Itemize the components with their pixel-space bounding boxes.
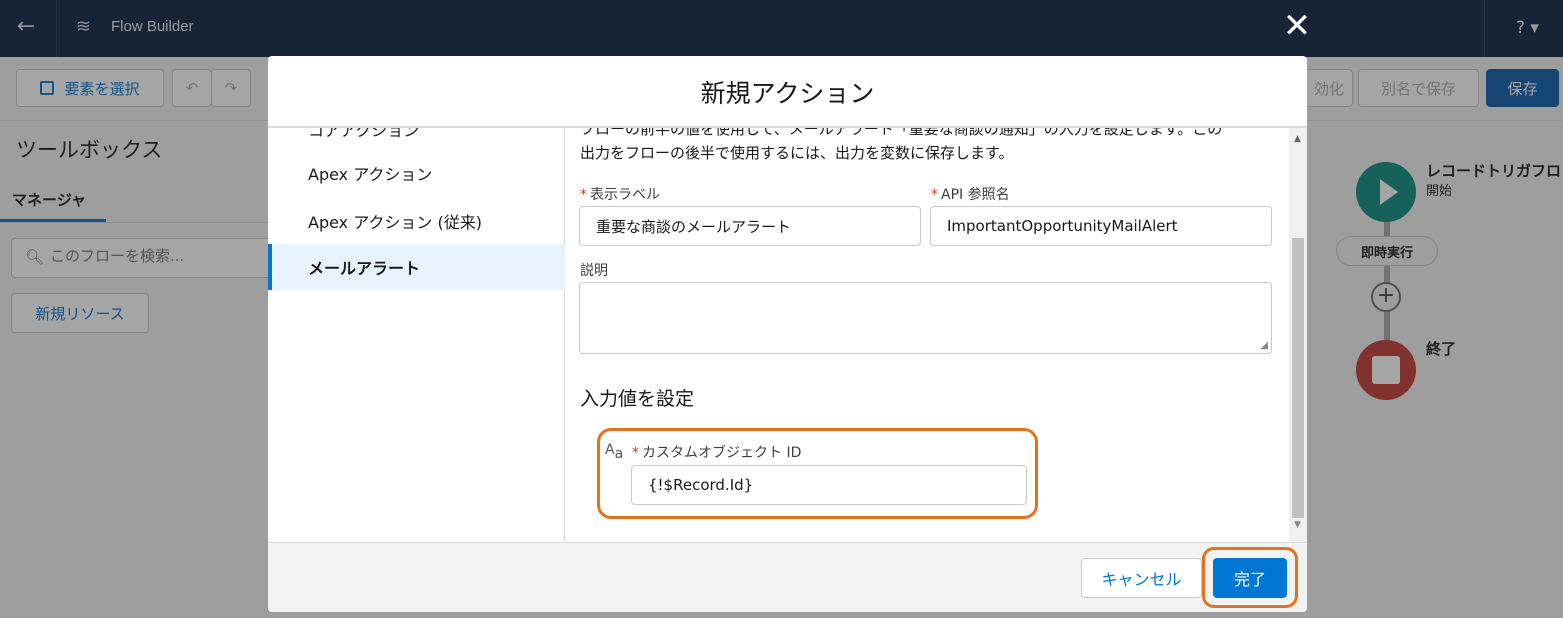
text-type-icon: Aa <box>605 442 624 462</box>
nav-item-apex-action[interactable]: Apex アクション <box>268 150 565 196</box>
set-input-values-heading: 入力値を設定 <box>580 388 695 410</box>
nav-item-apex-action-legacy[interactable]: Apex アクション (従来) <box>268 198 565 244</box>
scroll-down-icon[interactable]: ▼ <box>1294 520 1301 530</box>
required-mark: * <box>632 445 639 461</box>
modal-header: 新規アクション <box>268 56 1307 128</box>
display-label-text: 表示ラベル <box>590 187 660 203</box>
close-icon[interactable]: ✕ <box>1281 6 1313 46</box>
nav-item-core-action[interactable]: コアアクション <box>268 128 565 152</box>
api-name-input[interactable]: ImportantOpportunityMailAlert <box>930 206 1272 246</box>
description-text: 出力をフローの後半で使用するには、出力を変数に保存します。 <box>580 144 1014 162</box>
custom-object-id-text: カスタムオブジェクト ID <box>642 445 802 461</box>
cancel-button[interactable]: キャンセル <box>1081 558 1202 598</box>
display-label-input[interactable]: 重要な商談のメールアラート <box>579 206 921 246</box>
action-type-nav: コアアクション Apex アクション Apex アクション (従来) メールアラ… <box>268 128 565 542</box>
scrollbar[interactable]: ▲ ▼ <box>1289 128 1307 542</box>
display-label-label: * 表示ラベル <box>580 184 660 204</box>
action-form: フローの前半の値を使用して、メールアラート「重要な商談の通知」の入力を設定します… <box>565 128 1289 542</box>
description-label: 説明 <box>580 263 608 279</box>
scroll-thumb[interactable] <box>1292 238 1304 518</box>
description-text: フローの前半の値を使用して、メールアラート「重要な商談の通知」の入力を設定します… <box>580 128 1223 138</box>
api-name-label: * API 参照名 <box>931 184 1010 204</box>
nav-item-email-alert[interactable]: メールアラート <box>268 244 565 290</box>
required-mark: * <box>580 187 587 203</box>
api-name-text: API 参照名 <box>941 187 1010 203</box>
modal-body: コアアクション Apex アクション Apex アクション (従来) メールアラ… <box>268 128 1307 542</box>
modal-footer: キャンセル 完了 <box>268 542 1307 612</box>
modal-title: 新規アクション <box>700 79 875 108</box>
resize-grip-icon[interactable]: ◢ <box>1260 340 1268 351</box>
description-textarea[interactable]: ◢ <box>579 282 1272 354</box>
new-action-modal: 新規アクション コアアクション Apex アクション Apex アクション (従… <box>268 56 1307 612</box>
custom-object-id-input[interactable]: {!$Record.Id} <box>631 465 1027 505</box>
required-mark: * <box>931 187 938 203</box>
scroll-up-icon[interactable]: ▲ <box>1294 134 1301 144</box>
custom-object-id-label: * カスタムオブジェクト ID <box>632 442 801 462</box>
done-button[interactable]: 完了 <box>1213 558 1287 598</box>
